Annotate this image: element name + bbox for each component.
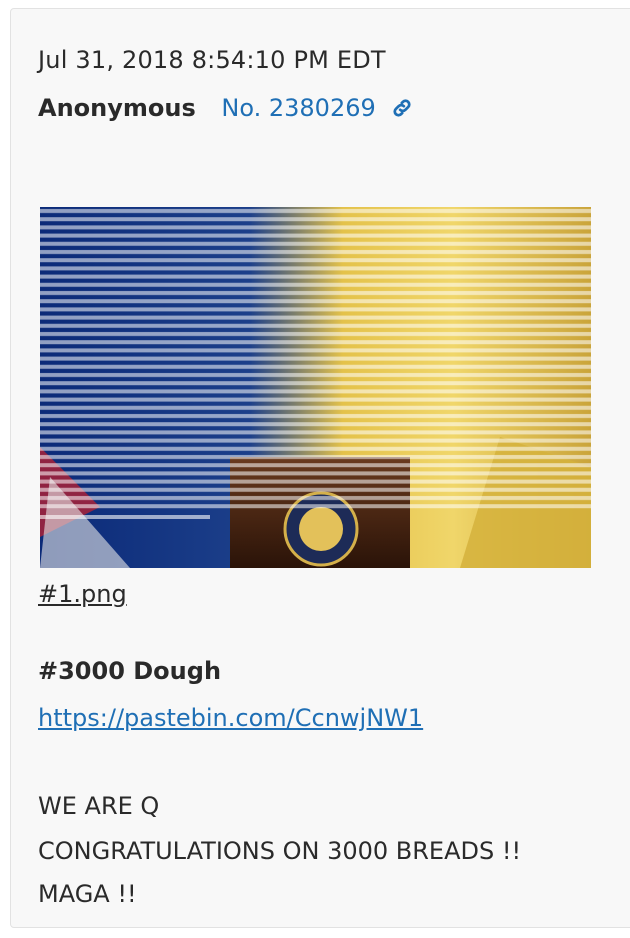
attachment-image[interactable] [40,207,591,568]
message-line: MAGA !! [38,880,137,908]
pastebin-link[interactable]: https://pastebin.com/CcnwjNW1 [38,704,423,732]
author-name: Anonymous [38,94,196,122]
post-header: Anonymous No. 2380269 [38,94,413,125]
post-number-link[interactable]: No. 2380269 [221,94,375,122]
message-line: CONGRATULATIONS ON 3000 BREADS !! [38,837,522,865]
post-heading: #3000 Dough [38,657,222,685]
link-icon[interactable] [391,97,413,125]
attachment-filename-link[interactable]: #1.png [38,580,127,608]
message-line: WE ARE Q [38,792,160,820]
post-timestamp: Jul 31, 2018 8:54:10 PM EDT [38,46,386,74]
